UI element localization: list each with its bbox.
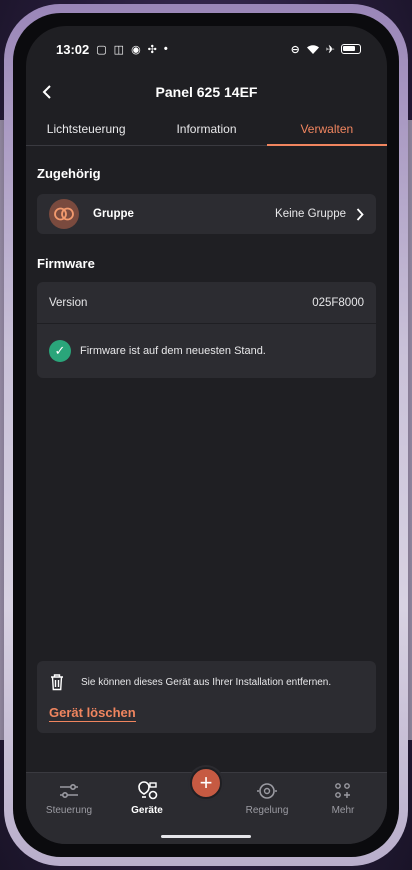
app-screen: 13:02 ▢ ◫ ◉ ✣ • ⊖ ✈ Panel 625 14EF Licht… xyxy=(26,26,387,844)
plus-icon: + xyxy=(199,770,213,795)
delete-info-text: Sie können dieses Gerät aus Ihrer Instal… xyxy=(81,676,332,688)
firmware-status-text: Firmware ist auf dem neuesten Stand. xyxy=(80,345,266,357)
tab-verwalten[interactable]: Verwalten xyxy=(266,118,387,146)
record-icon: ◉ xyxy=(131,43,141,56)
fan-icon: ✣ xyxy=(147,43,157,56)
delete-device-link[interactable]: Gerät löschen xyxy=(49,705,136,722)
checkmark-icon: ✓ xyxy=(49,340,71,362)
nav-item-mehr[interactable]: Mehr xyxy=(308,779,378,816)
phone-bezel: 13:02 ▢ ◫ ◉ ✣ • ⊖ ✈ Panel 625 14EF Licht… xyxy=(13,13,399,857)
nav-item-regelung[interactable]: Regelung xyxy=(232,779,302,816)
group-value: Keine Gruppe xyxy=(275,208,346,220)
home-indicator xyxy=(161,835,251,838)
wifi-icon xyxy=(306,44,319,54)
status-time: 13:02 xyxy=(56,41,90,57)
firmware-card: Version 025F8000 ✓ Firmware ist auf dem … xyxy=(37,282,376,378)
sensor-icon xyxy=(232,779,302,803)
group-row[interactable]: Gruppe Keine Gruppe xyxy=(37,194,376,234)
firmware-version-value: 025F8000 xyxy=(312,296,364,309)
chevron-right-icon xyxy=(356,207,364,221)
page-title: Panel 625 14EF xyxy=(155,84,258,100)
more-grid-icon xyxy=(308,779,378,803)
firmware-version-label: Version xyxy=(49,296,88,309)
status-bar: 13:02 ▢ ◫ ◉ ✣ • ⊖ ✈ xyxy=(26,26,387,66)
firmware-version-row: Version 025F8000 xyxy=(37,282,376,324)
group-card[interactable]: Gruppe Keine Gruppe xyxy=(37,194,376,234)
section-title-firmware: Firmware xyxy=(37,256,95,271)
nav-label-mehr: Mehr xyxy=(331,805,355,816)
group-rings-icon xyxy=(49,199,79,229)
battery-icon xyxy=(341,44,361,54)
app-header: Panel 625 14EF xyxy=(26,66,387,118)
add-device-button[interactable]: + xyxy=(190,767,222,799)
nav-item-geraete[interactable]: Geräte xyxy=(112,779,182,816)
tab-information[interactable]: Information xyxy=(146,118,266,145)
nav-item-steuerung[interactable]: Steuerung xyxy=(34,779,104,816)
delete-info: Sie können dieses Gerät aus Ihrer Instal… xyxy=(49,673,364,691)
section-title-zugehoerig: Zugehörig xyxy=(37,166,101,181)
dot-icon: • xyxy=(163,43,168,55)
back-button[interactable] xyxy=(34,78,62,106)
nav-label-regelung: Regelung xyxy=(245,805,289,816)
airplane-icon: ✈ xyxy=(325,43,335,56)
firmware-status-row: ✓ Firmware ist auf dem neuesten Stand. xyxy=(37,324,376,378)
dnd-icon: ⊖ xyxy=(290,43,300,56)
group-label: Gruppe xyxy=(93,208,134,220)
nav-label-steuerung: Steuerung xyxy=(45,805,93,816)
chevron-left-icon xyxy=(42,85,51,99)
notification-icon: ▢ xyxy=(96,43,107,56)
devices-icon xyxy=(112,779,182,803)
app-notification-icon: ◫ xyxy=(113,43,125,56)
tab-lichtsteuerung[interactable]: Lichtsteuerung xyxy=(26,118,146,145)
phone-frame: 13:02 ▢ ◫ ◉ ✣ • ⊖ ✈ Panel 625 14EF Licht… xyxy=(4,4,408,866)
trash-icon xyxy=(51,674,63,691)
delete-device-card: Sie können dieses Gerät aus Ihrer Instal… xyxy=(37,661,376,733)
tab-bar: Lichtsteuerung Information Verwalten xyxy=(26,118,387,146)
sliders-icon xyxy=(34,779,104,803)
nav-label-geraete: Geräte xyxy=(131,805,163,816)
